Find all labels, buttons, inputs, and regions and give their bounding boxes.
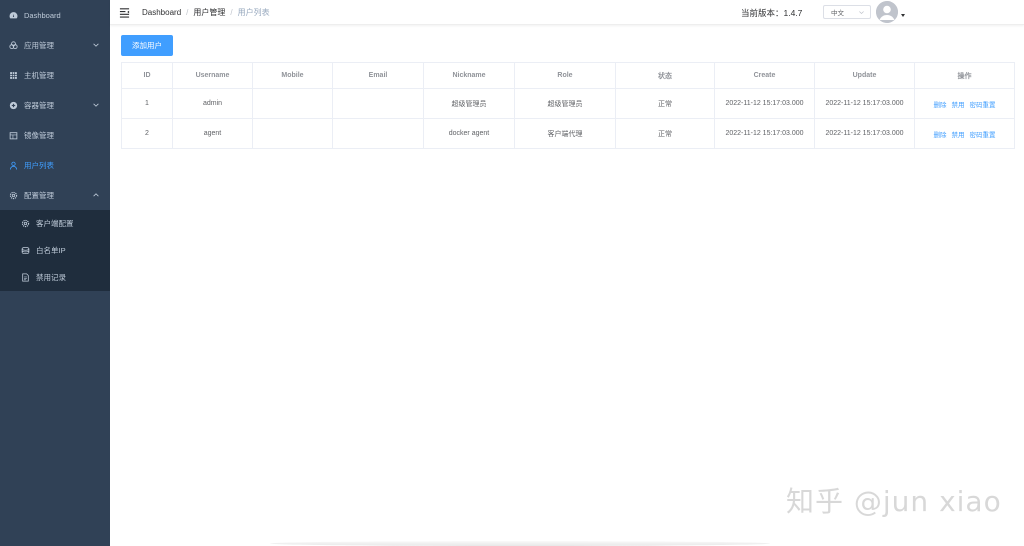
breadcrumb-separator: / (186, 7, 189, 17)
reset-password-link[interactable]: 密码重置 (970, 132, 996, 139)
sidebar-item-apps[interactable]: 应用管理 (0, 30, 110, 60)
breadcrumb-item-user-list: 用户列表 (237, 7, 270, 17)
cell-email (332, 88, 424, 119)
column-header-create: Create (714, 62, 815, 89)
cell-nickname: docker agent (423, 118, 515, 149)
chevron-down-icon (859, 11, 864, 15)
disable-link[interactable]: 禁用 (952, 102, 965, 109)
breadcrumb: Dashboard / 用户管理 / 用户列表 (142, 7, 270, 18)
sidebar-item-ban-records[interactable]: 禁用记录 (0, 264, 110, 291)
sidebar-item-label: 客户端配置 (36, 219, 74, 228)
cell-actions: 删除 禁用 密码重置 (914, 118, 1015, 149)
breadcrumb-item-dashboard[interactable]: Dashboard (142, 8, 181, 17)
column-header-mobile: Mobile (252, 62, 333, 89)
add-user-button[interactable]: 添加用户 (121, 35, 173, 56)
sidebar-item-label: Dashboard (24, 10, 61, 20)
cell-nickname: 超级管理员 (423, 88, 515, 119)
chevron-down-icon (93, 103, 99, 107)
column-header-role: Role (514, 62, 616, 89)
table-row: 1 admin 超级管理员 超级管理员 正常 2022-11-12 15:17:… (121, 88, 1015, 119)
chevron-up-icon (93, 193, 99, 197)
sidebar-item-label: 用户列表 (24, 160, 54, 170)
table-row: 2 agent docker agent 客户端代理 正常 2022-11-12… (121, 118, 1015, 149)
avatar[interactable] (876, 1, 898, 23)
cell-username: agent (172, 118, 253, 149)
user-icon (8, 160, 18, 170)
delete-link[interactable]: 删除 (934, 132, 947, 139)
cell-create: 2022-11-12 15:17:03.000 (714, 118, 815, 149)
language-select[interactable]: 中文 (823, 5, 871, 19)
document-icon (20, 273, 30, 283)
column-header-nickname: Nickname (423, 62, 515, 89)
column-header-email: Email (332, 62, 424, 89)
sidebar-item-label: 白名单IP (36, 246, 66, 255)
cell-status: 正常 (615, 118, 715, 149)
gear-icon (20, 219, 30, 229)
cell-email (332, 118, 424, 149)
disable-link[interactable]: 禁用 (952, 132, 965, 139)
cell-mobile (252, 88, 333, 119)
hamburger-icon[interactable] (118, 6, 130, 18)
watermark: 知乎 @jun xiao (786, 485, 1002, 518)
language-select-value: 中文 (831, 10, 844, 17)
cell-username: admin (172, 88, 253, 119)
sidebar-item-label: 禁用记录 (36, 273, 66, 282)
sidebar-item-client-config[interactable]: 客户端配置 (0, 210, 110, 237)
column-header-actions: 操作 (914, 62, 1015, 89)
column-header-status: 状态 (615, 62, 715, 89)
sidebar-item-label: 应用管理 (24, 40, 54, 50)
version-label: 当前版本：1.4.7 (741, 8, 803, 18)
table-header-row: ID Username Mobile Email Nickname Role 状… (121, 62, 1015, 89)
settings-icon (8, 190, 18, 200)
sidebar-item-images[interactable]: 镜像管理 (0, 120, 110, 150)
reset-password-link[interactable]: 密码重置 (970, 102, 996, 109)
host-icon (8, 70, 18, 80)
column-header-update: Update (814, 62, 915, 89)
cell-mobile (252, 118, 333, 149)
sidebar-item-containers[interactable]: 容器管理 (0, 90, 110, 120)
column-header-username: Username (172, 62, 253, 89)
sidebar-item-label: 主机管理 (24, 70, 54, 80)
sidebar-item-users[interactable]: 用户列表 (0, 150, 110, 180)
sidebar-item-config[interactable]: 配置管理 (0, 180, 110, 210)
cell-update: 2022-11-12 15:17:03.000 (814, 88, 915, 119)
user-table: ID Username Mobile Email Nickname Role 状… (121, 62, 1015, 149)
bottom-shadow (270, 541, 770, 546)
config-submenu: 客户端配置 白名单IP 禁用记录 (0, 210, 110, 291)
cell-update: 2022-11-12 15:17:03.000 (814, 118, 915, 149)
breadcrumb-item-user-management[interactable]: 用户管理 (193, 7, 225, 18)
container-icon (8, 100, 18, 110)
sidebar-item-label: 镜像管理 (24, 130, 54, 140)
image-icon (8, 130, 18, 140)
sidebar-item-hosts[interactable]: 主机管理 (0, 60, 110, 90)
cell-id: 1 (121, 88, 173, 119)
whitelist-icon (20, 246, 30, 256)
sidebar: Dashboard 应用管理 主机管理 容器管理 镜像管理 用户列表 配置管理 … (0, 0, 110, 546)
dashboard-icon (8, 10, 18, 20)
sidebar-item-label: 配置管理 (24, 190, 54, 200)
sidebar-item-whitelist[interactable]: 白名单IP (0, 237, 110, 264)
cell-role: 超级管理员 (514, 88, 616, 119)
column-header-id: ID (121, 62, 173, 89)
chevron-down-icon (93, 43, 99, 47)
delete-link[interactable]: 删除 (934, 102, 947, 109)
cell-role: 客户端代理 (514, 118, 616, 149)
caret-down-icon[interactable] (901, 14, 905, 17)
breadcrumb-separator: / (230, 7, 233, 17)
sidebar-item-dashboard[interactable]: Dashboard (0, 0, 110, 30)
apps-icon (8, 40, 18, 50)
cell-id: 2 (121, 118, 173, 149)
cell-create: 2022-11-12 15:17:03.000 (714, 88, 815, 119)
cell-status: 正常 (615, 88, 715, 119)
sidebar-item-label: 容器管理 (24, 100, 54, 110)
cell-actions: 删除 禁用 密码重置 (914, 88, 1015, 119)
